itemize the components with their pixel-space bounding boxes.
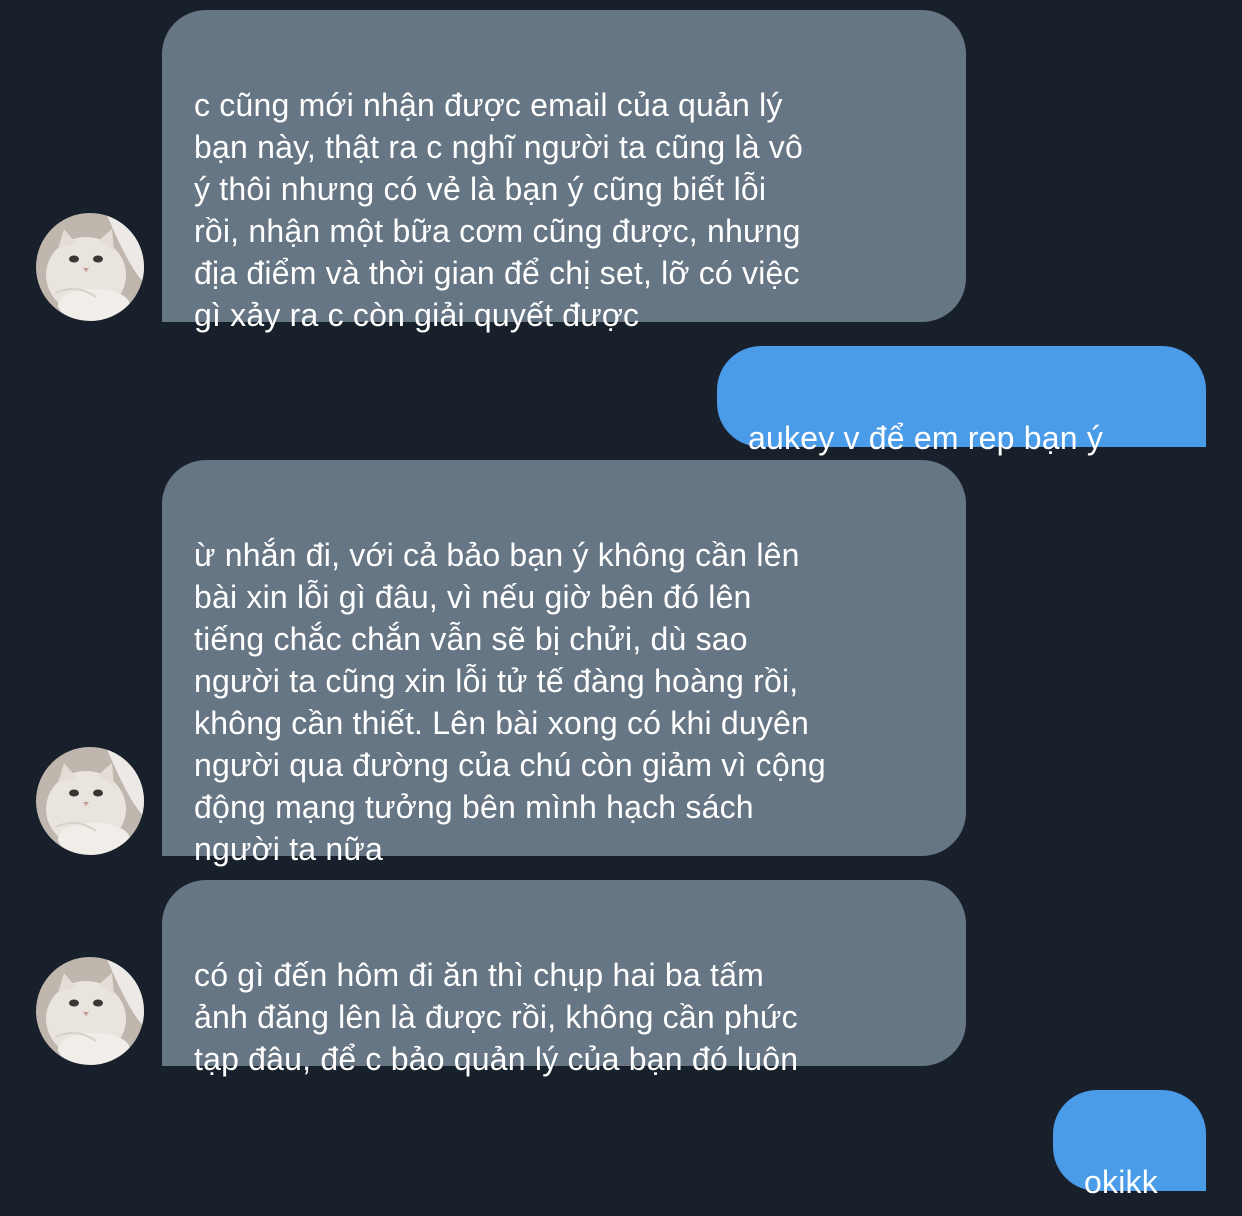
outgoing-message-bubble[interactable]: aukey v để em rep bạn ý bbox=[717, 346, 1206, 456]
incoming-message-bubble[interactable]: có gì đến hôm đi ăn thì chụp hai ba tấm … bbox=[162, 880, 966, 1077]
cat-avatar-icon[interactable] bbox=[36, 747, 144, 855]
outgoing-message-bubble[interactable]: okikk bbox=[1053, 1090, 1206, 1200]
message-text: ừ nhắn đi, với cả bảo bạn ý không cần lê… bbox=[194, 537, 826, 867]
incoming-message-bubble[interactable]: ừ nhắn đi, với cả bảo bạn ý không cần lê… bbox=[162, 460, 966, 867]
message-text: có gì đến hôm đi ăn thì chụp hai ba tấm … bbox=[194, 957, 799, 1077]
message-text: c cũng mới nhận được email của quản lý b… bbox=[194, 87, 804, 333]
message-text: aukey v để em rep bạn ý bbox=[748, 420, 1104, 456]
cat-avatar-icon[interactable] bbox=[36, 213, 144, 321]
incoming-message-bubble[interactable]: c cũng mới nhận được email của quản lý b… bbox=[162, 10, 966, 333]
cat-avatar-icon[interactable] bbox=[36, 957, 144, 1065]
message-text: okikk bbox=[1084, 1164, 1158, 1200]
